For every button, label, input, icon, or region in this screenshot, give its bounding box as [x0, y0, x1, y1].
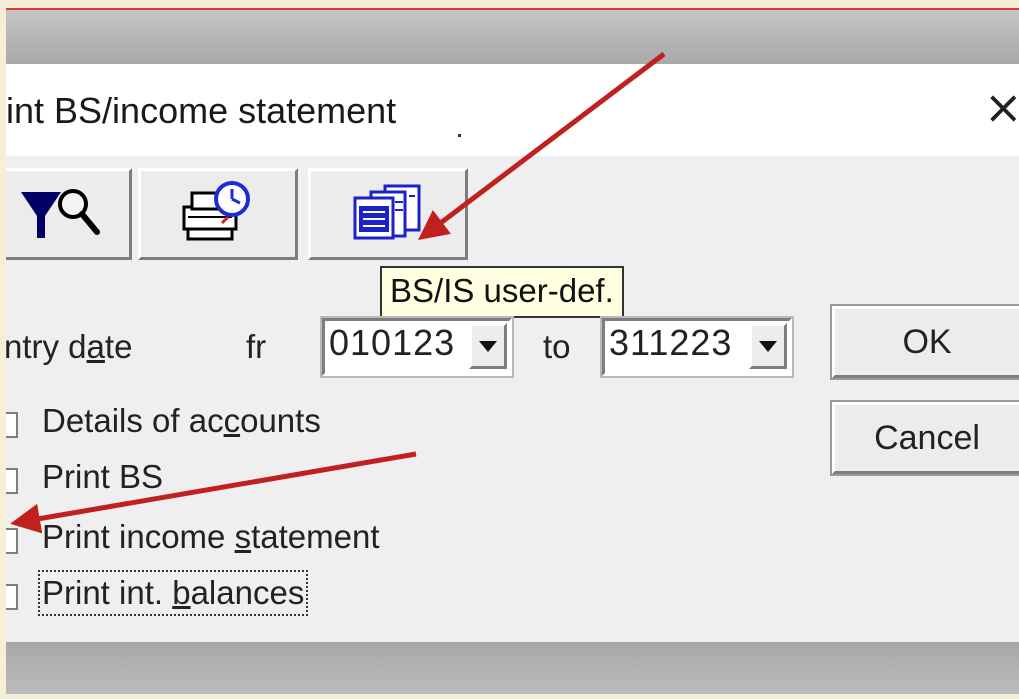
to-date-value: 311223	[609, 322, 733, 363]
close-icon[interactable]: ×	[984, 82, 1019, 132]
print-income-statement-checkbox[interactable]	[6, 528, 18, 554]
from-date-value: 010123	[329, 322, 456, 363]
background-band-bottom	[6, 642, 1019, 694]
ok-button[interactable]: OK	[830, 304, 1019, 380]
title-dot	[458, 134, 461, 137]
dialog-title: int BS/income statement	[6, 90, 397, 131]
print-schedule-icon	[178, 179, 258, 250]
from-label: fr	[246, 328, 267, 365]
bs-is-user-defined-button[interactable]	[308, 168, 468, 260]
print-button[interactable]	[138, 168, 298, 260]
chevron-down-icon	[479, 340, 497, 352]
print-bs-checkbox[interactable]	[6, 468, 18, 494]
cancel-button[interactable]: Cancel	[830, 400, 1019, 476]
from-date-combo[interactable]: 010123	[320, 316, 514, 378]
to-date-combo[interactable]: 311223	[600, 316, 794, 378]
to-label: to	[543, 328, 571, 365]
bs-is-user-defined-icon	[345, 182, 431, 247]
dialog-title-bar: int BS/income statement ×	[6, 64, 1019, 156]
print-income-statement-label: Print income statement	[42, 518, 380, 555]
print-int-balances-checkbox[interactable]	[6, 584, 18, 610]
filter-button[interactable]	[6, 168, 132, 260]
details-of-accounts-label: Details of accounts	[42, 402, 321, 439]
details-of-accounts-checkbox[interactable]	[6, 412, 18, 438]
from-date-dropdown-button[interactable]	[469, 323, 507, 369]
filter-search-icon	[21, 182, 107, 247]
screenshot-frame: int BS/income statement × BS/IS user-def…	[6, 8, 1019, 694]
background-band-top	[6, 10, 1019, 64]
entry-date-label: ntry date	[6, 328, 133, 365]
to-date-dropdown-button[interactable]	[749, 323, 787, 369]
chevron-down-icon	[759, 340, 777, 352]
print-int-balances-label: Print int. balances	[37, 570, 309, 616]
tooltip: BS/IS user-def.	[380, 266, 624, 318]
print-bs-label: Print BS	[42, 458, 164, 495]
dialog-client-area: BS/IS user-def. ntry date fr 010123 to 3…	[6, 156, 1019, 642]
